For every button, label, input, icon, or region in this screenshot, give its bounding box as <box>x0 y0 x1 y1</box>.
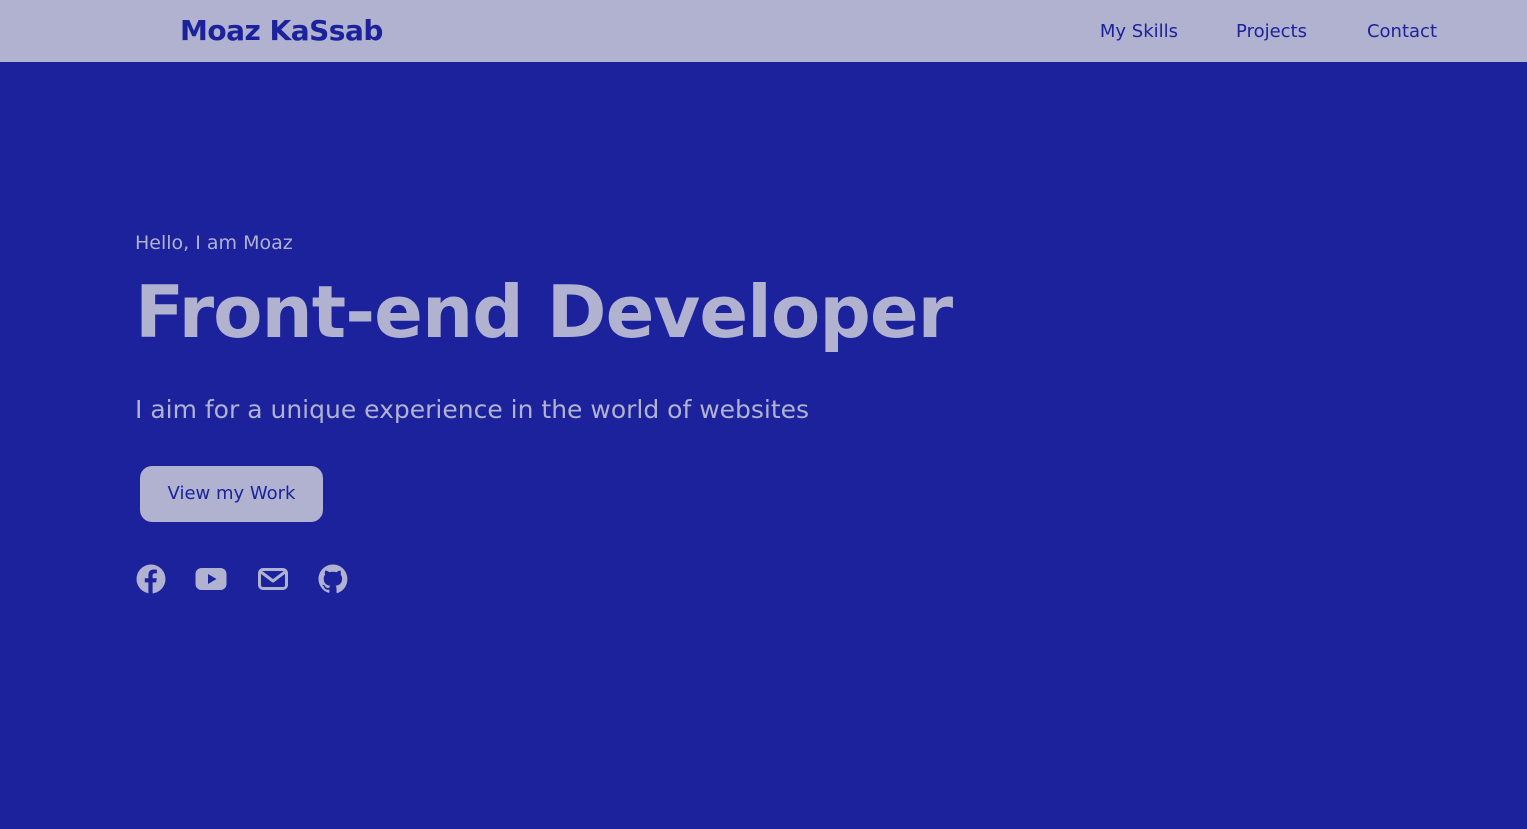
hero-greeting: Hello, I am Moaz <box>135 232 293 254</box>
view-my-work-button[interactable]: View my Work <box>140 466 323 522</box>
mail-icon <box>258 568 288 590</box>
youtube-link[interactable] <box>195 563 227 595</box>
facebook-icon <box>136 564 166 594</box>
github-icon <box>318 564 348 594</box>
facebook-link[interactable] <box>135 563 167 595</box>
hero-headline: Front-end Developer <box>135 270 953 354</box>
nav-link-contact[interactable]: Contact <box>1367 19 1437 45</box>
mail-link[interactable] <box>257 563 289 595</box>
hero-tagline: I aim for a unique experience in the wor… <box>135 395 810 424</box>
youtube-icon <box>195 568 227 590</box>
hero-section: Hello, I am Moaz Front-end Developer I a… <box>135 0 1235 829</box>
github-link[interactable] <box>317 563 349 595</box>
nav-link-projects[interactable]: Projects <box>1236 19 1307 45</box>
